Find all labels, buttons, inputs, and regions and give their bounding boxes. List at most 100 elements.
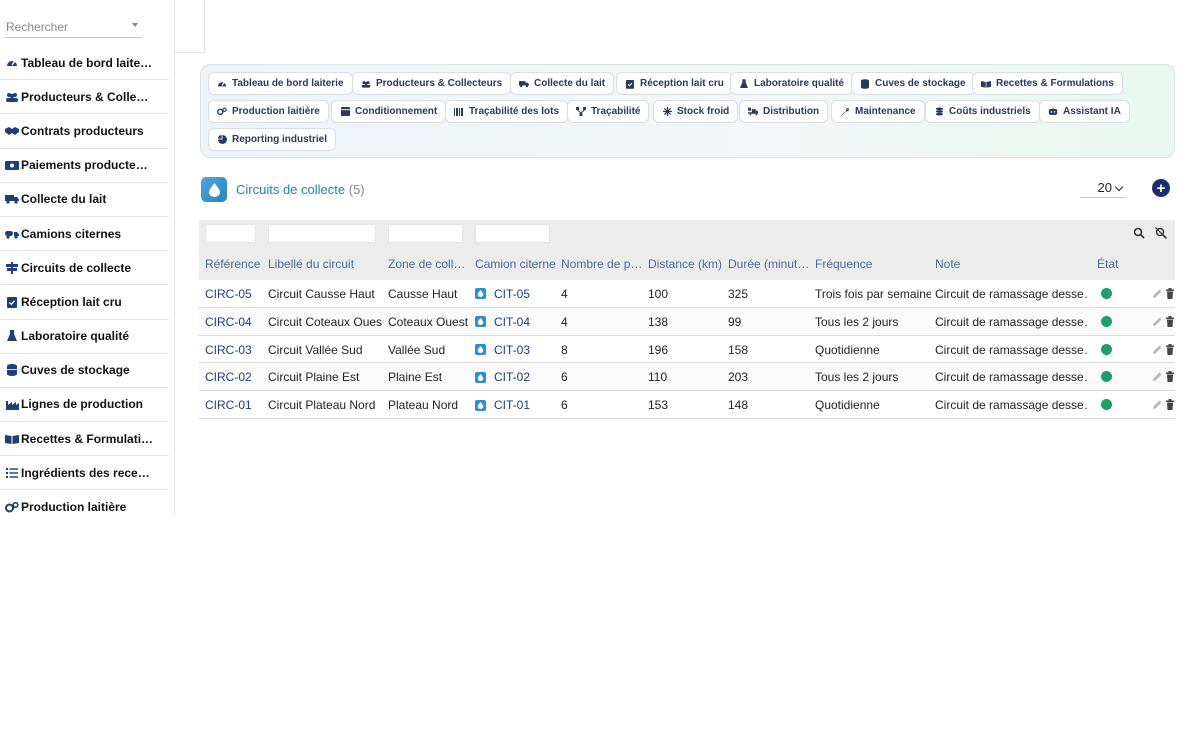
camion-ref: CIT-03	[494, 342, 531, 357]
column-header-etat[interactable]: État	[1097, 257, 1137, 271]
cell-libelle: Circuit Coteaux Ouest	[268, 314, 382, 329]
sidebar-item-production[interactable]: Production laitière	[0, 490, 169, 514]
menu-button-maintenance[interactable]: Maintenance	[831, 100, 925, 123]
page-size-select[interactable]: 20	[1080, 178, 1126, 198]
table-row[interactable]: CIRC-03 Circuit Vallée Sud Vallée Sud CI…	[199, 335, 1175, 364]
filter-input-libelle[interactable]	[268, 224, 376, 243]
menu-button-tracabilite-lots[interactable]: Traçabilité des lots	[445, 100, 569, 123]
sidebar-toggle-area	[175, 0, 205, 53]
trash-icon[interactable]	[1165, 315, 1175, 327]
menu-button-production[interactable]: Production laitière	[208, 100, 329, 123]
snowflake-icon	[662, 107, 672, 117]
cell-camion[interactable]: CIT-01	[475, 398, 530, 412]
edit-pencil-icon[interactable]	[1152, 399, 1162, 410]
sidebar-item-label: Cuves de stockage	[21, 363, 130, 378]
gauge-icon	[5, 57, 19, 69]
menu-button-tableau-de-bord[interactable]: Tableau de bord laiterie	[208, 72, 353, 95]
edit-pencil-icon[interactable]	[1152, 316, 1162, 327]
menu-button-tracabilite[interactable]: Traçabilité	[567, 100, 650, 123]
sidebar-item-cuves[interactable]: Cuves de stockage	[0, 354, 169, 388]
column-header-note[interactable]: Note	[935, 257, 1085, 271]
sidebar-item-tableau-de-bord[interactable]: Tableau de bord laite…	[0, 46, 169, 81]
column-header-camion[interactable]: Camion citerne	[475, 257, 559, 271]
sidebar-item-reception[interactable]: Réception lait cru	[0, 285, 169, 320]
menu-button-collecte[interactable]: Collecte du lait	[510, 72, 615, 95]
status-dot	[1101, 315, 1112, 327]
sidebar-item-recettes[interactable]: Recettes & Formulati…	[0, 422, 169, 457]
cell-duree: 148	[728, 398, 749, 413]
gauge-icon	[217, 79, 227, 89]
wrench-icon	[840, 107, 850, 117]
sidebar-item-collecte[interactable]: Collecte du lait	[0, 183, 169, 217]
menu-button-recettes[interactable]: Recettes & Formulations	[972, 72, 1123, 95]
column-header-duree[interactable]: Durée (minut…	[728, 257, 810, 271]
menu-button-reception[interactable]: Réception lait cru	[616, 72, 733, 95]
sidebar-item-laboratoire[interactable]: Laboratoire qualité	[0, 320, 169, 354]
cell-reference[interactable]: CIRC-02	[205, 370, 252, 384]
column-header-distance[interactable]: Distance (km)	[648, 257, 724, 271]
table-row[interactable]: CIRC-02 Circuit Plaine Est Plaine Est CI…	[199, 363, 1175, 392]
trash-icon[interactable]	[1165, 399, 1175, 411]
column-header-nombre-points[interactable]: Nombre de p…	[561, 257, 643, 271]
filter-input-reference[interactable]	[205, 224, 256, 243]
cell-reference[interactable]: CIRC-04	[205, 315, 252, 329]
cell-libelle: Circuit Plateau Nord	[268, 398, 376, 413]
cell-camion[interactable]: CIT-03	[475, 343, 530, 357]
menu-button-couts[interactable]: Coûts industriels	[925, 100, 1040, 123]
cell-distance: 100	[648, 287, 669, 301]
filter-input-zone[interactable]	[388, 224, 463, 243]
cell-nombre-points: 6	[561, 370, 568, 385]
sidebar-item-lignes[interactable]: Lignes de production	[0, 388, 169, 423]
trash-icon[interactable]	[1165, 371, 1175, 383]
menu-button-cuves[interactable]: Cuves de stockage	[851, 72, 975, 95]
edit-pencil-icon[interactable]	[1152, 344, 1162, 355]
sidebar-item-paiements[interactable]: Paiements producte…	[0, 149, 169, 183]
sidebar-nav: Tableau de bord laite… Producteurs & Col…	[0, 46, 169, 514]
menu-button-producteurs[interactable]: Producteurs & Collecteurs	[352, 72, 512, 95]
sidebar-item-circuits[interactable]: Circuits de collecte	[0, 251, 169, 286]
page-title: Circuits de collecte (5)	[236, 182, 365, 197]
sidebar-item-ingredients[interactable]: Ingrédients des rece…	[0, 456, 169, 491]
menu-button-laboratoire[interactable]: Laboratoire qualité	[730, 72, 854, 95]
cell-reference[interactable]: CIRC-05	[205, 287, 252, 301]
menu-button-assistant-ia[interactable]: Assistant IA	[1039, 100, 1130, 123]
search-icon[interactable]	[1133, 227, 1145, 239]
column-header-frequence[interactable]: Fréquence	[815, 257, 927, 271]
status-dot	[1101, 399, 1112, 411]
search-select[interactable]: Rechercher	[4, 16, 142, 38]
trash-icon[interactable]	[1165, 343, 1175, 355]
cell-reference[interactable]: CIRC-01	[205, 398, 252, 412]
table-row[interactable]: CIRC-04 Circuit Coteaux Ouest Coteaux Ou…	[199, 307, 1175, 336]
menu-button-reporting[interactable]: Reporting industriel	[208, 128, 336, 151]
cell-duree: 325	[728, 287, 749, 301]
cell-camion[interactable]: CIT-02	[475, 370, 530, 384]
trash-icon[interactable]	[1165, 288, 1175, 299]
handshake-icon	[5, 125, 19, 137]
filter-input-camion[interactable]	[475, 224, 550, 243]
menu-button-label: Reporting industriel	[232, 134, 327, 145]
cell-camion[interactable]: CIT-05	[475, 287, 530, 301]
column-header-zone[interactable]: Zone de coll…	[388, 257, 468, 271]
clear-search-icon[interactable]	[1155, 227, 1167, 239]
table-row[interactable]: CIRC-05 Circuit Causse Haut Causse Haut …	[199, 280, 1175, 308]
add-record-button[interactable]: +	[1152, 179, 1170, 197]
sidebar-item-producteurs[interactable]: Producteurs & Colle…	[0, 80, 169, 115]
menu-button-distribution[interactable]: Distribution	[739, 100, 829, 123]
column-header-reference[interactable]: Référence	[205, 257, 263, 271]
menu-button-stock-froid[interactable]: Stock froid	[653, 100, 739, 123]
column-header-libelle[interactable]: Libellé du circuit	[268, 257, 380, 271]
edit-pencil-icon[interactable]	[1152, 288, 1162, 299]
sidebar-item-contrats[interactable]: Contrats producteurs	[0, 114, 169, 149]
camion-ref: CIT-05	[494, 287, 531, 301]
menu-button-label: Stock froid	[677, 106, 730, 117]
caret-down-icon[interactable]	[132, 23, 138, 27]
cell-camion[interactable]: CIT-04	[475, 315, 530, 329]
edit-pencil-icon[interactable]	[1152, 371, 1162, 382]
table-row[interactable]: CIRC-01 Circuit Plateau Nord Plateau Nor…	[199, 391, 1175, 419]
cell-zone: Plateau Nord	[388, 398, 459, 413]
page-size-value: 20	[1097, 180, 1112, 195]
cell-reference[interactable]: CIRC-03	[205, 343, 252, 357]
menu-button-conditionnement[interactable]: Conditionnement	[331, 100, 447, 123]
sidebar-item-camions[interactable]: Camions citernes	[0, 217, 169, 252]
book-icon	[981, 79, 991, 89]
